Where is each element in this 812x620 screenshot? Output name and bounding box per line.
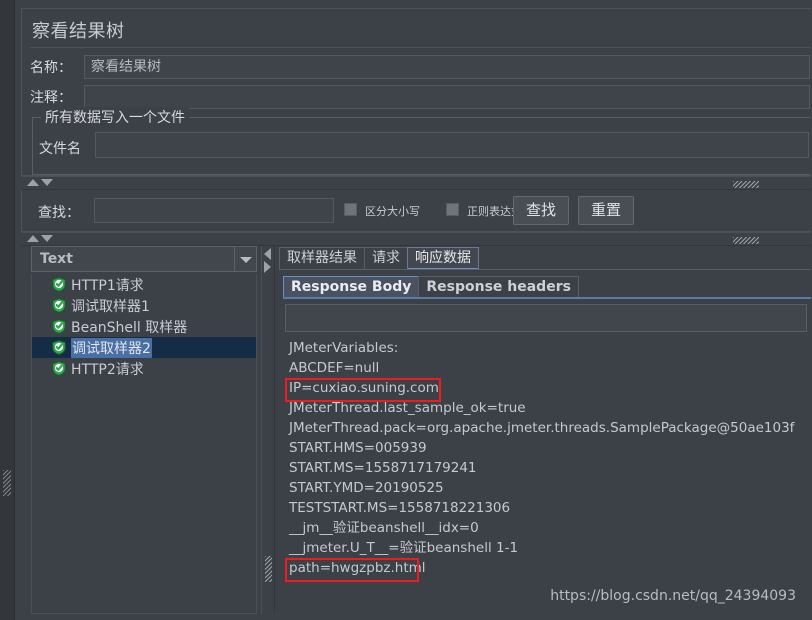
- splitter-grip-icon[interactable]: [265, 556, 272, 582]
- status-shield-icon: [52, 361, 66, 376]
- chevron-up-icon[interactable]: [27, 179, 39, 186]
- status-shield-icon: [52, 277, 66, 292]
- horizontal-splitter-top[interactable]: [21, 176, 811, 190]
- filename-label: 文件名: [39, 138, 81, 158]
- result-tabs[interactable]: 取样器结果请求响应数据: [279, 246, 478, 270]
- subtab-1[interactable]: Response headers: [418, 276, 579, 298]
- tree-item-label: BeanShell 取样器: [71, 317, 187, 337]
- subtab-underline: [283, 297, 811, 299]
- name-field-row: 名称： 察看结果树: [30, 55, 810, 79]
- response-line: START.YMD=20190525: [283, 478, 809, 498]
- response-line: TESTSTART.MS=1558718221306: [283, 498, 809, 518]
- sampler-results-tree[interactable]: HTTP1请求调试取样器1BeanShell 取样器调试取样器2HTTP2请求: [31, 274, 257, 614]
- splitter-grip-icon[interactable]: [3, 470, 11, 496]
- response-line: __jm__验证beanshell__idx=0: [283, 518, 809, 538]
- tab-1[interactable]: 请求: [364, 247, 408, 270]
- name-field-label: 名称：: [30, 57, 72, 77]
- chevron-down-icon[interactable]: [41, 235, 53, 242]
- response-line: JMeterThread.last_sample_ok=true: [283, 398, 809, 418]
- render-selector-value: Text: [40, 251, 73, 267]
- splitter-collapse-controls[interactable]: [27, 179, 53, 186]
- chevron-down-icon[interactable]: [240, 257, 252, 263]
- tree-item-4[interactable]: HTTP2请求: [32, 358, 256, 379]
- response-line: JMeterThread.pack=org.apache.jmeter.thre…: [283, 418, 809, 438]
- name-input[interactable]: 察看结果树: [84, 55, 810, 79]
- tree-item-2[interactable]: BeanShell 取样器: [32, 316, 256, 337]
- tab-0[interactable]: 取样器结果: [279, 247, 365, 270]
- page-title: 察看结果树: [32, 17, 125, 43]
- chevron-right-icon[interactable]: [264, 261, 271, 273]
- chevron-left-icon[interactable]: [264, 248, 271, 260]
- render-selector-combo[interactable]: Text: [31, 246, 257, 272]
- response-line: START.MS=1558717179241: [283, 458, 809, 478]
- comment-field-label: 注释：: [30, 87, 72, 107]
- title-divider: [30, 47, 810, 48]
- response-line-highlighted: IP=cuxiao.suning.com: [283, 378, 809, 398]
- subtab-0[interactable]: Response Body: [283, 276, 419, 298]
- comment-field-row: 注释：: [30, 85, 810, 109]
- tree-item-3[interactable]: 调试取样器2: [32, 337, 256, 358]
- horizontal-splitter-bottom[interactable]: [21, 232, 811, 246]
- combo-arrow-box[interactable]: [234, 247, 256, 271]
- tree-item-0[interactable]: HTTP1请求: [32, 274, 256, 295]
- filename-input[interactable]: [95, 132, 809, 158]
- jmeter-view-results-tree-window: 察看结果树 名称： 察看结果树 注释： 所有数据写入一个文件 文件名: [0, 0, 812, 620]
- reset-button[interactable]: 重置: [578, 196, 634, 225]
- find-toolbar: 查找： 区分大小写 正则表达式 查找 重置: [21, 190, 811, 232]
- status-shield-icon: [52, 319, 66, 334]
- tree-item-label: 调试取样器1: [71, 296, 150, 316]
- watermark-text: https://blog.csdn.net/qq_24394093: [550, 588, 796, 604]
- find-button[interactable]: 查找: [513, 196, 569, 225]
- response-line: __jmeter.U_T__=验证beanshell 1-1: [283, 538, 809, 558]
- response-line: JMeterVariables:: [283, 338, 809, 358]
- listener-config-section: 察看结果树 名称： 察看结果树 注释： 所有数据写入一个文件 文件名: [21, 8, 811, 176]
- comment-input[interactable]: [84, 85, 810, 109]
- find-input[interactable]: [94, 198, 334, 223]
- case-sensitive-checkbox[interactable]: [344, 203, 357, 216]
- group-legend: 所有数据写入一个文件: [41, 107, 189, 127]
- response-line-highlighted: path=hwgzpbz.html: [283, 558, 809, 578]
- response-subtabs[interactable]: Response BodyResponse headers: [283, 276, 578, 298]
- tree-item-label: HTTP1请求: [71, 275, 144, 295]
- splitter-grip-icon[interactable]: [733, 181, 759, 188]
- chevron-down-icon[interactable]: [41, 179, 53, 186]
- status-shield-icon: [52, 298, 66, 313]
- status-shield-icon: [52, 340, 66, 355]
- response-body-text[interactable]: JMeterVariables:ABCDEF=nullIP=cuxiao.sun…: [283, 338, 809, 610]
- vertical-splitter[interactable]: [261, 246, 275, 614]
- splitter-collapse-controls-2[interactable]: [27, 235, 53, 242]
- result-detail-column: 取样器结果请求响应数据 Response BodyResponse header…: [279, 246, 811, 614]
- find-label: 查找：: [38, 202, 80, 222]
- left-vertical-splitter[interactable]: [0, 0, 14, 620]
- tree-item-label: 调试取样器2: [71, 338, 152, 358]
- splitter-grip-icon[interactable]: [733, 237, 759, 244]
- regex-checkbox[interactable]: [446, 203, 459, 216]
- main-panel: 察看结果树 名称： 察看结果树 注释： 所有数据写入一个文件 文件名: [14, 0, 812, 620]
- tab-underline: [279, 269, 811, 270]
- response-line: START.HMS=005939: [283, 438, 809, 458]
- chevron-up-icon[interactable]: [27, 235, 39, 242]
- tree-item-1[interactable]: 调试取样器1: [32, 295, 256, 316]
- results-tree-column: Text HTTP1请求调试取样器1BeanShell 取样器调试取样器2HTT…: [31, 246, 257, 614]
- case-sensitive-label: 区分大小写: [365, 203, 420, 219]
- tab-2[interactable]: 响应数据: [407, 247, 479, 270]
- results-region: Text HTTP1请求调试取样器1BeanShell 取样器调试取样器2HTT…: [21, 246, 811, 614]
- response-line: ABCDEF=null: [283, 358, 809, 378]
- tree-item-label: HTTP2请求: [71, 359, 144, 379]
- response-search-field[interactable]: [285, 304, 807, 332]
- write-all-data-to-file-group: 所有数据写入一个文件 文件名: [32, 117, 810, 175]
